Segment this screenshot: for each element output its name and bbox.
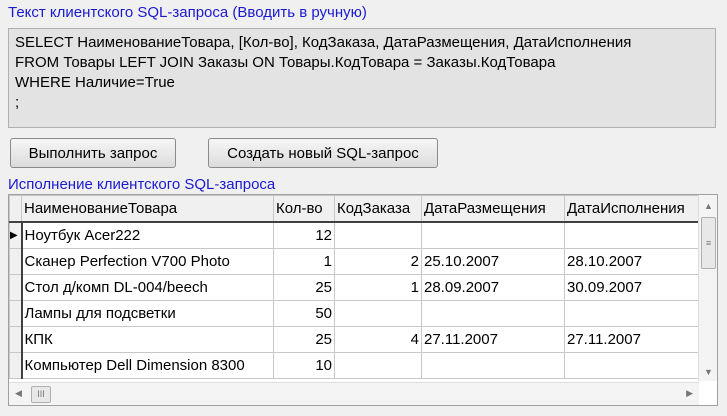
sql-line: SELECT НаименованиеТовара, [Кол-во], Код… xyxy=(15,34,632,51)
table-cell[interactable] xyxy=(334,221,422,249)
sql-line: ; xyxy=(15,94,20,111)
scroll-down-icon[interactable]: ▼ xyxy=(704,367,713,377)
table-row[interactable]: Сканер Perfection V700 Photo 1 2 25.10.2007… xyxy=(9,248,700,275)
horizontal-scrollbar[interactable]: ◀ III ▶ xyxy=(9,382,699,405)
table-cell[interactable]: 2 xyxy=(334,248,422,275)
run-query-button[interactable]: Выполнить запрос xyxy=(10,138,176,168)
table-cell[interactable]: 25 xyxy=(273,274,335,301)
column-header[interactable]: НаименованиеТовара xyxy=(21,195,274,223)
table-cell[interactable]: Лампы для подсветки xyxy=(21,300,274,327)
table-cell[interactable]: 30.09.2007 xyxy=(564,274,700,301)
sql-line: WHERE Наличие=True xyxy=(15,74,175,91)
table-row[interactable]: Стол д/комп DL-004/beech 25 1 28.09.2007 30.… xyxy=(9,274,700,301)
table-cell[interactable]: 10 xyxy=(273,352,335,379)
sql-line: FROM Товары LEFT JOIN Заказы ON Товары.К… xyxy=(15,54,556,71)
sql-label: Текст клиентского SQL-запроса (Вводить в… xyxy=(8,4,367,21)
row-header[interactable]: ▶ xyxy=(9,221,23,249)
table-cell[interactable]: 27.11.2007 xyxy=(564,326,700,353)
scroll-thumb-h[interactable]: III xyxy=(31,386,51,403)
vertical-scrollbar[interactable]: ▲ ≡ ▼ xyxy=(698,195,717,381)
row-header[interactable] xyxy=(9,274,23,301)
row-header[interactable] xyxy=(9,352,23,379)
result-grid[interactable]: НаименованиеТовара Кол-во КодЗаказа Дата… xyxy=(8,194,718,406)
new-query-button[interactable]: Создать новый SQL-запрос xyxy=(208,138,438,168)
scroll-left-icon[interactable]: ◀ xyxy=(15,388,22,399)
table-row[interactable]: КПК 25 4 27.11.2007 27.11.2007 xyxy=(9,326,700,353)
table-cell[interactable] xyxy=(421,352,565,379)
table-cell[interactable]: 28.10.2007 xyxy=(564,248,700,275)
header-row: НаименованиеТовара Кол-во КодЗаказа Дата… xyxy=(9,195,700,223)
table-cell[interactable]: 12 xyxy=(273,221,335,249)
table-cell[interactable]: Сканер Perfection V700 Photo xyxy=(21,248,274,275)
scroll-right-icon[interactable]: ▶ xyxy=(686,388,693,399)
table-cell[interactable]: КПК xyxy=(21,326,274,353)
corner-cell xyxy=(9,195,22,223)
table-cell[interactable]: 1 xyxy=(334,274,422,301)
table-row[interactable]: ▶ Ноутбук Acer222 12 xyxy=(9,221,700,249)
table-cell[interactable]: 28.09.2007 xyxy=(421,274,565,301)
scroll-up-icon[interactable]: ▲ xyxy=(704,201,713,211)
table-cell[interactable] xyxy=(421,300,565,327)
table-cell[interactable] xyxy=(564,352,700,379)
table-row[interactable]: Компьютер Dell Dimension 8300 10 xyxy=(9,352,700,379)
table-cell[interactable] xyxy=(334,300,422,327)
table-row[interactable]: Лампы для подсветки 50 xyxy=(9,300,700,327)
column-header[interactable]: ДатаРазмещения xyxy=(421,195,565,223)
table-cell[interactable] xyxy=(334,352,422,379)
column-header[interactable]: ДатаИсполнения xyxy=(564,195,700,223)
row-header[interactable] xyxy=(9,300,23,327)
row-header[interactable] xyxy=(9,326,23,353)
sql-textarea[interactable]: SELECT НаименованиеТовара, [Кол-во], Код… xyxy=(8,28,716,128)
row-header[interactable] xyxy=(9,248,23,275)
table-cell[interactable] xyxy=(421,221,565,249)
column-header[interactable]: Кол-во xyxy=(273,195,335,223)
table-cell[interactable]: Стол д/комп DL-004/beech xyxy=(21,274,274,301)
table-cell[interactable]: 27.11.2007 xyxy=(421,326,565,353)
result-label: Исполнение клиентского SQL-запроса xyxy=(8,176,276,193)
table-cell[interactable]: 25 xyxy=(273,326,335,353)
table-cell[interactable] xyxy=(564,300,700,327)
table-cell[interactable]: 25.10.2007 xyxy=(421,248,565,275)
table-cell[interactable]: 1 xyxy=(273,248,335,275)
table-cell[interactable]: 50 xyxy=(273,300,335,327)
scroll-thumb[interactable]: ≡ xyxy=(701,217,716,269)
column-header[interactable]: КодЗаказа xyxy=(334,195,422,223)
table-cell[interactable]: 4 xyxy=(334,326,422,353)
table-cell[interactable] xyxy=(564,221,700,249)
table-cell[interactable]: Компьютер Dell Dimension 8300 xyxy=(21,352,274,379)
table-cell[interactable]: Ноутбук Acer222 xyxy=(21,221,274,249)
